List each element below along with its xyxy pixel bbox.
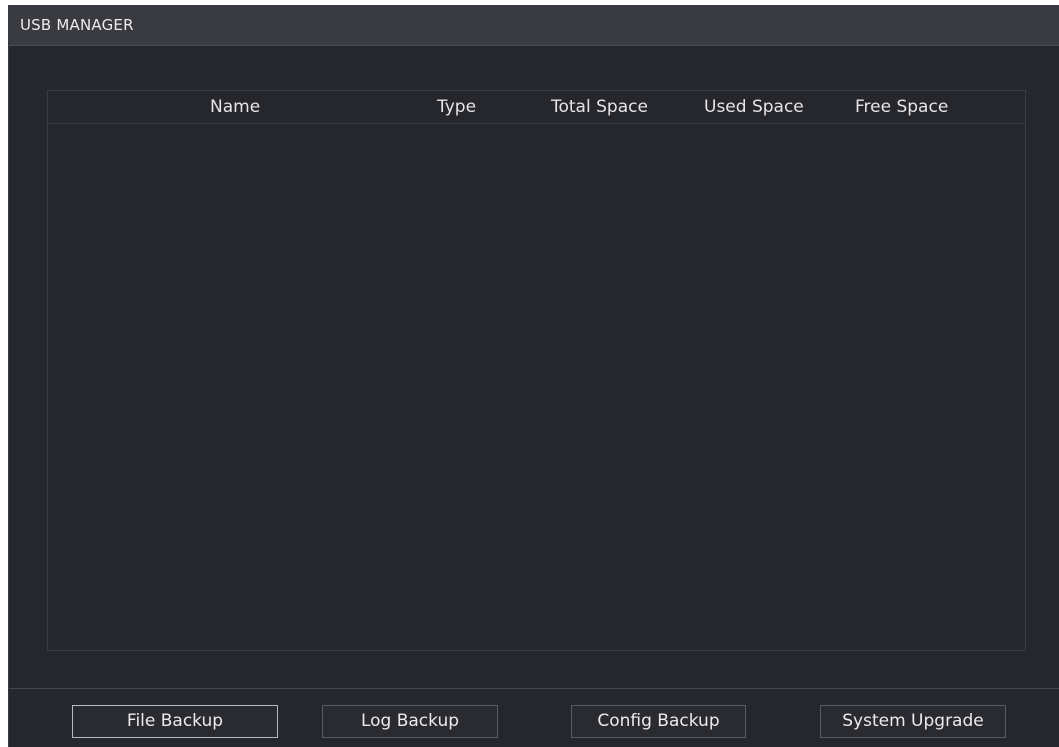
usb-manager-window: USB MANAGER Name Type Total Space Used S…	[8, 5, 1059, 747]
bottom-divider	[9, 688, 1059, 689]
log-backup-button[interactable]: Log Backup	[322, 705, 498, 738]
system-upgrade-button[interactable]: System Upgrade	[820, 705, 1006, 738]
column-header-total-space: Total Space	[551, 97, 648, 117]
file-backup-button[interactable]: File Backup	[72, 705, 278, 738]
title-bar: USB MANAGER	[9, 5, 1059, 46]
config-backup-button[interactable]: Config Backup	[571, 705, 746, 738]
column-header-type: Type	[437, 97, 477, 117]
table-body	[48, 124, 1025, 650]
window-title: USB MANAGER	[20, 16, 134, 34]
usb-device-table: Name Type Total Space Used Space Free Sp…	[47, 90, 1026, 651]
column-header-used-space: Used Space	[704, 97, 804, 117]
column-header-free-space: Free Space	[855, 97, 949, 117]
column-header-name: Name	[210, 97, 261, 117]
table-header: Name Type Total Space Used Space Free Sp…	[48, 91, 1025, 124]
